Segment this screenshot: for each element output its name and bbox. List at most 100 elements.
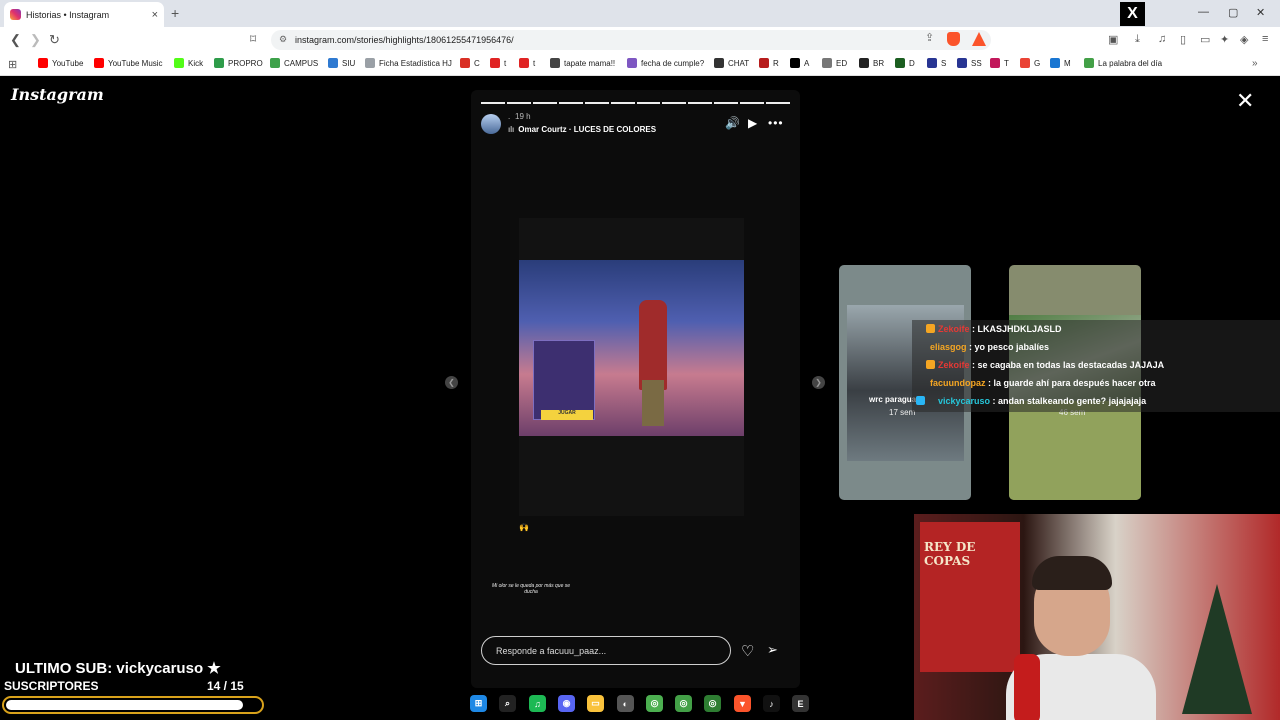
minimize-button[interactable]: —: [1198, 6, 1209, 18]
bookmark-item[interactable]: Ficha Estadística HJ: [365, 58, 452, 68]
chat-text: : LKASJHDKLJASLD: [969, 324, 1062, 334]
bookmark-favicon-icon: [895, 58, 905, 68]
reply-input[interactable]: Responde a facuuu_paaz...: [481, 636, 731, 665]
chrome-icon[interactable]: ◎: [646, 695, 663, 712]
bookmark-favicon-icon: [957, 58, 967, 68]
bookmark-item[interactable]: G: [1020, 58, 1040, 68]
bookmark-item[interactable]: M: [1050, 58, 1071, 68]
bookmark-item[interactable]: D: [895, 58, 915, 68]
avatar[interactable]: [481, 114, 501, 134]
apps-grid-icon[interactable]: ⊞: [8, 58, 17, 71]
chat-message: vickycaruso : andan stalkeando gente? ja…: [916, 396, 1146, 406]
tiktok-icon[interactable]: ♪: [763, 695, 780, 712]
chat-username: Zekoife: [938, 324, 970, 334]
bookmark-item[interactable]: YouTube Music: [94, 58, 163, 68]
instagram-logo[interactable]: Instagram: [11, 85, 104, 104]
bookmark-label: PROPRO: [228, 58, 263, 68]
bookmark-item[interactable]: ED: [822, 58, 847, 68]
chat-message: Zekoife : se cagaba en todas las destaca…: [926, 360, 1164, 370]
play-icon[interactable]: ▶: [748, 116, 757, 130]
tab-instagram[interactable]: Historias • Instagram ×: [4, 2, 164, 27]
site-info-icon[interactable]: ⚙: [279, 34, 287, 45]
tab-close-icon[interactable]: ×: [152, 9, 158, 21]
bookmark-item[interactable]: tapate mama!!: [550, 58, 615, 68]
audio-title: Omar Courtz · LUCES DE COLORES: [518, 125, 657, 134]
forward-button[interactable]: ❯: [30, 32, 41, 48]
bookmark-icon[interactable]: ⌑: [250, 32, 256, 46]
bookmark-item[interactable]: fecha de cumple?: [627, 58, 704, 68]
next-story-button[interactable]: ❯: [812, 376, 825, 389]
bookmark-item[interactable]: SS: [957, 58, 982, 68]
file-explorer-icon[interactable]: ▭: [587, 695, 604, 712]
mute-icon[interactable]: 🔊: [725, 116, 740, 130]
chat-text: : la guarde ahí para después hacer otra: [985, 378, 1156, 388]
media-icon[interactable]: ♫: [1158, 33, 1166, 45]
bookmark-label: YouTube Music: [108, 58, 163, 68]
brave-icon[interactable]: ▼: [734, 695, 751, 712]
chrome-profile-2-icon[interactable]: ◎: [704, 695, 721, 712]
discord-icon[interactable]: ◉: [558, 695, 575, 712]
bookmark-label: M: [1064, 58, 1071, 68]
bookmark-item[interactable]: CHAT: [714, 58, 749, 68]
bookmark-favicon-icon: [519, 58, 529, 68]
last-sub-label: ULTIMO SUB: vickycaruso ★: [15, 660, 221, 677]
ai-assistant-icon[interactable]: ✦: [1220, 33, 1229, 46]
bookmark-item[interactable]: t: [490, 58, 506, 68]
chrome-profile-icon[interactable]: ◎: [675, 695, 692, 712]
chat-text: : se cagaba en todas las destacadas JAJA…: [969, 360, 1165, 370]
bookmark-label: D: [909, 58, 915, 68]
story-viewer: . 19 h ılı Omar Courtz · LUCES DE COLORES…: [471, 90, 800, 688]
story-emoji: 🙌: [519, 523, 529, 532]
share-icon[interactable]: ⇪: [925, 31, 934, 44]
microphone: [1014, 654, 1040, 720]
x-app-icon[interactable]: X: [1120, 2, 1145, 26]
previous-story-button[interactable]: ❮: [445, 376, 458, 389]
reload-button[interactable]: ↻: [49, 32, 60, 48]
spotify-icon[interactable]: ♫: [529, 695, 546, 712]
epic-games-icon[interactable]: E: [792, 695, 809, 712]
back-button[interactable]: ❮: [10, 32, 21, 48]
close-story-button[interactable]: ✕: [1236, 90, 1254, 112]
brave-shields-icon[interactable]: [947, 32, 960, 46]
bookmark-item[interactable]: PROPRO: [214, 58, 263, 68]
bookmark-item[interactable]: t: [519, 58, 535, 68]
bookmark-item[interactable]: C: [460, 58, 480, 68]
story-audio[interactable]: ılı Omar Courtz · LUCES DE COLORES: [508, 125, 656, 134]
download-icon[interactable]: ⤓: [1135, 33, 1140, 46]
vpn-icon[interactable]: ◈: [1240, 33, 1248, 46]
bookmark-item[interactable]: T: [990, 58, 1009, 68]
story-caption: Mi olor se le queda por más que se ducha: [491, 583, 571, 595]
windows-start-icon[interactable]: ⊞: [470, 695, 487, 712]
bookmark-item[interactable]: YouTube: [38, 58, 83, 68]
bookmark-label: t: [533, 58, 536, 68]
close-window-button[interactable]: ✕: [1256, 6, 1265, 19]
chat-username: eliasgog: [930, 342, 967, 352]
bookmark-item[interactable]: CAMPUS: [270, 58, 318, 68]
more-bookmarks-icon[interactable]: »: [1252, 58, 1258, 69]
send-icon[interactable]: ➢: [767, 642, 778, 658]
bookmark-item[interactable]: Kick: [174, 58, 203, 68]
like-heart-icon[interactable]: ♡: [741, 642, 754, 660]
new-tab-button[interactable]: +: [171, 5, 179, 21]
wallet-icon[interactable]: ▭: [1200, 33, 1210, 46]
bookmark-item[interactable]: SIU: [328, 58, 355, 68]
bookmark-favicon-icon: [460, 58, 470, 68]
address-bar[interactable]: ⚙ instagram.com/stories/highlights/18061…: [271, 30, 991, 50]
sidebar-toggle-icon[interactable]: ▯: [1180, 33, 1186, 46]
bookmark-item[interactable]: R: [759, 58, 779, 68]
maximize-button[interactable]: ▢: [1228, 6, 1238, 19]
bookmark-item[interactable]: La palabra del día: [1084, 58, 1162, 68]
app-icon[interactable]: ◐: [617, 695, 634, 712]
more-options-icon[interactable]: •••: [768, 116, 784, 130]
sidebar-icon[interactable]: ▣: [1108, 33, 1118, 46]
bookmark-item[interactable]: BR: [859, 58, 884, 68]
bookmark-item[interactable]: A: [790, 58, 809, 68]
menu-icon[interactable]: ≡: [1262, 33, 1268, 45]
chat-text: : andan stalkeando gente? jajajajaja: [990, 396, 1147, 406]
bookmark-label: G: [1034, 58, 1041, 68]
bookmark-item[interactable]: S: [927, 58, 946, 68]
subscribers-count: 14 / 15: [207, 679, 244, 693]
search-icon[interactable]: ⌕: [499, 695, 516, 712]
story-username[interactable]: .: [508, 112, 510, 121]
bookmark-label: A: [804, 58, 810, 68]
